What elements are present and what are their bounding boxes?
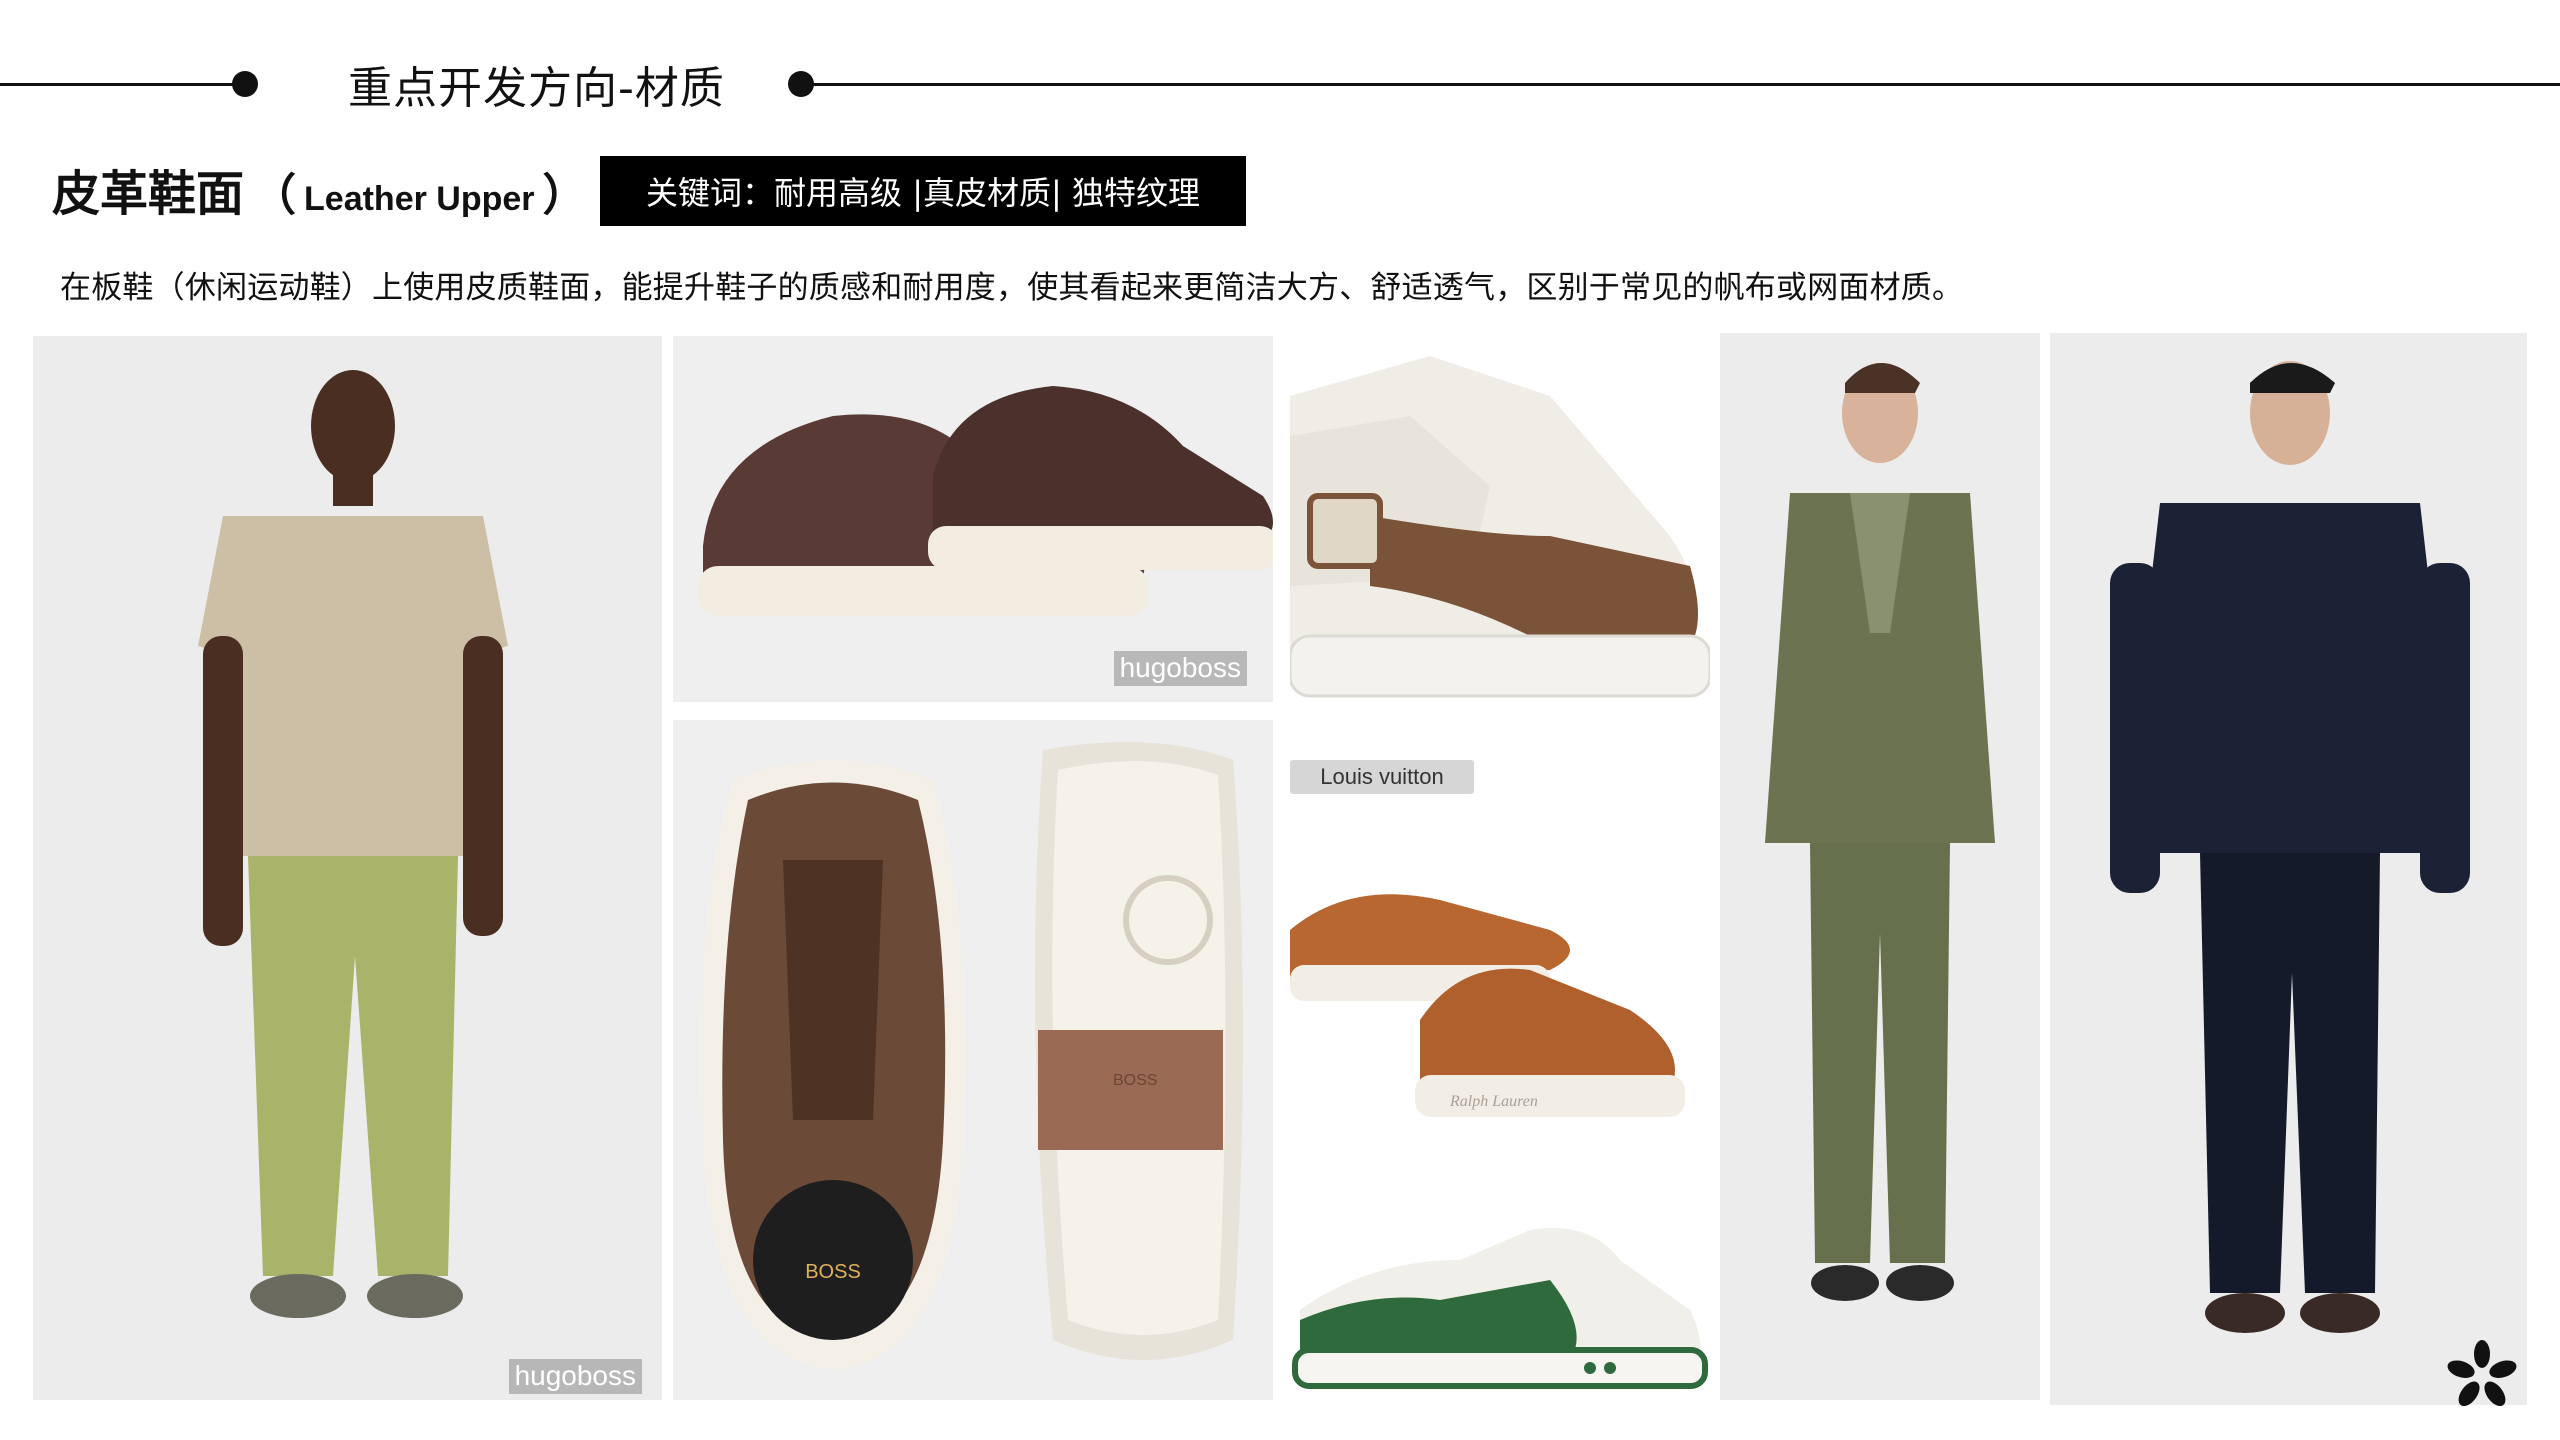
section-title-zh: 皮革鞋面 (52, 166, 245, 222)
watermark-hugoboss-1: hugoboss (508, 1359, 642, 1394)
shoe-photo-suede: BOSS BOSS (673, 720, 1273, 1400)
sole-boss-text: BOSS (1113, 1072, 1157, 1089)
shoe-photo-burgundy: hugoboss (673, 336, 1273, 702)
section-paren-open: （ (252, 170, 297, 221)
tag-louis-vuitton: Louis vuitton (1290, 760, 1474, 794)
model-photo-navy-jacket (2050, 333, 2527, 1405)
model-photo-tee: hugoboss (33, 336, 662, 1400)
keyword-box: 关键词：耐用高级 |真皮材质| 独特纹理 (600, 156, 1246, 226)
sparkle-logo-icon (2444, 1338, 2520, 1414)
insole-boss-text: BOSS (805, 1261, 861, 1283)
section-paren-close: ） (542, 170, 587, 221)
header-dot-left (232, 71, 258, 97)
description: 在板鞋（休闲运动鞋）上使用皮质鞋面，能提升鞋子的质感和耐用度，使其看起来更简洁大… (60, 270, 1964, 306)
shoe-photo-green-lv (1290, 1200, 1710, 1410)
model-photo-olive-suit (1720, 333, 2040, 1400)
section-title-en: Leather Upper (304, 180, 535, 218)
watermark-hugoboss-2: hugoboss (1113, 651, 1247, 686)
shoe-photo-lv-closeup (1290, 336, 1710, 736)
header-rule-right (800, 83, 2560, 86)
slide-title: 重点开发方向-材质 (348, 63, 725, 114)
ralph-lauren-text: Ralph Lauren (1449, 1093, 1538, 1110)
shoe-photo-tan: Ralph Lauren (1290, 820, 1710, 1170)
section-title: 皮革鞋面 （ Leather Upper ） (52, 154, 595, 224)
header-rule-left (0, 83, 240, 86)
